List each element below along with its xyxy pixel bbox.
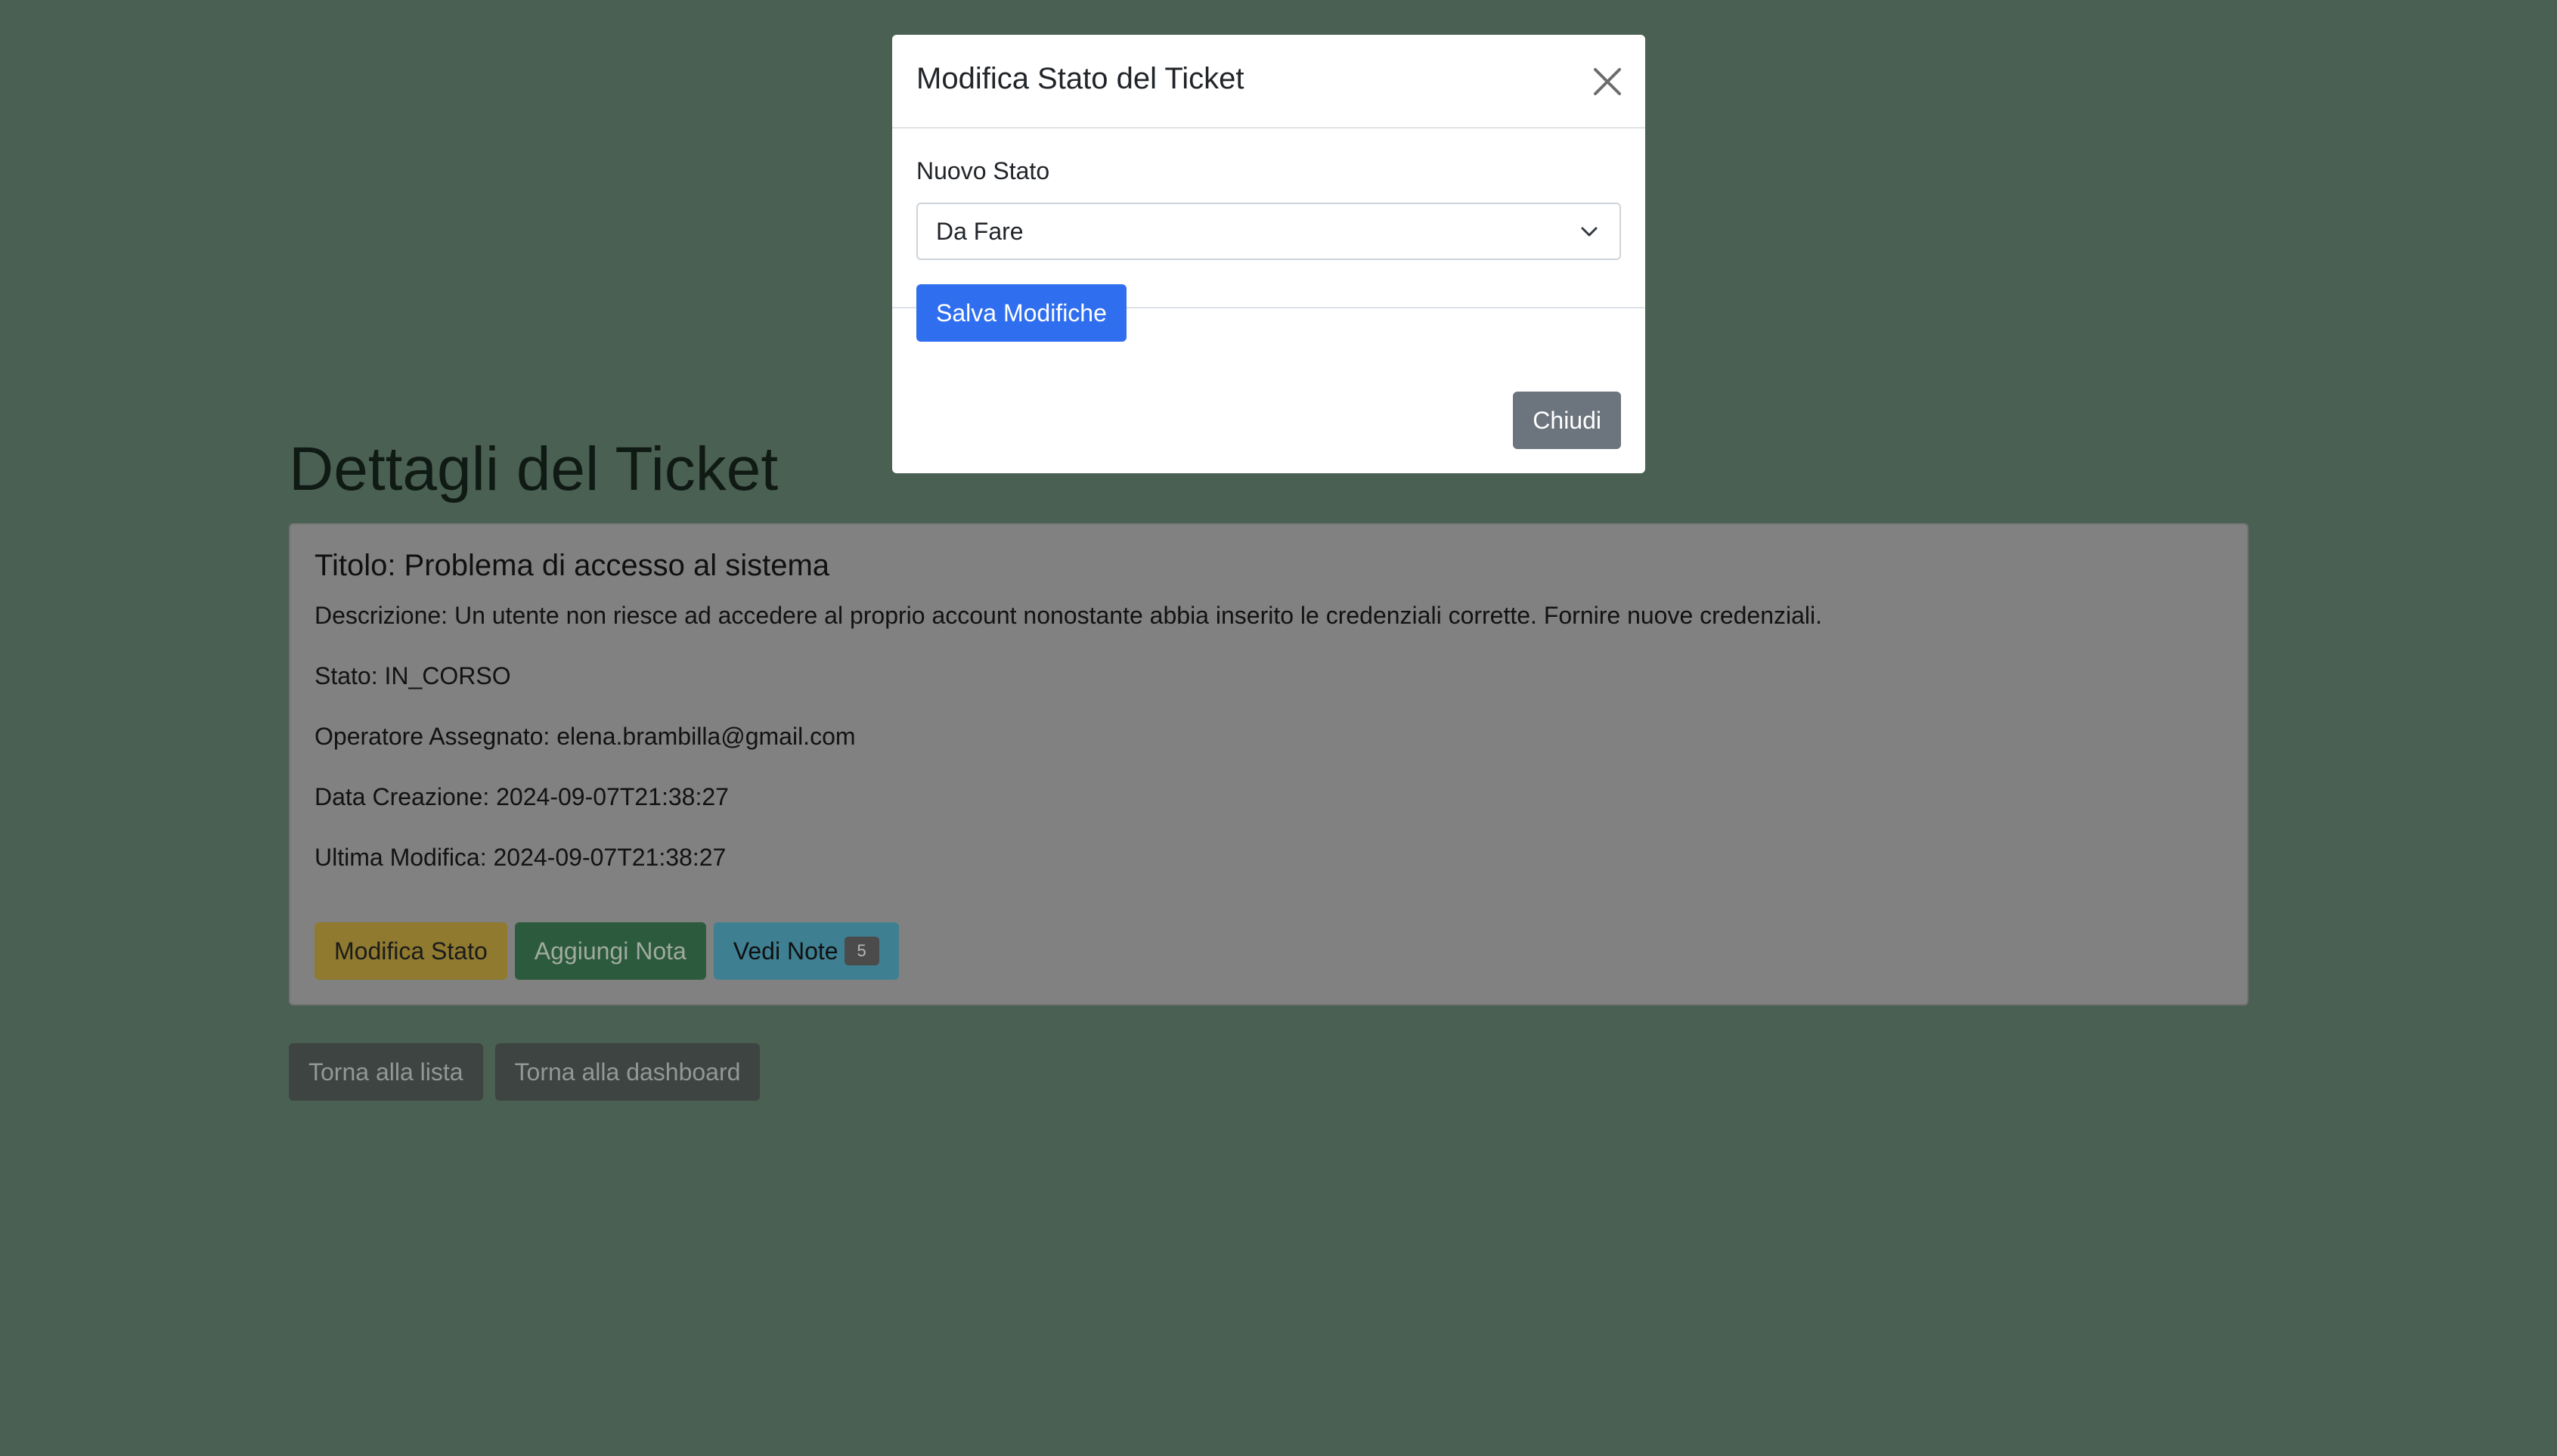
view-notes-label: Vedi Note	[733, 937, 838, 965]
ticket-description: Descrizione: Un utente non riesce ad acc…	[315, 602, 1823, 629]
modal-header: Modifica Stato del Ticket	[892, 35, 1645, 129]
ticket-modified-date: Ultima Modifica: 2024-09-07T21:38:27	[315, 844, 727, 871]
new-status-label: Nuovo Stato	[916, 157, 1050, 184]
back-to-dashboard-button[interactable]: Torna alla dashboard	[494, 1043, 761, 1101]
add-note-button[interactable]: Aggiungi Nota	[514, 922, 706, 980]
ticket-title: Titolo: Problema di accesso al sistema	[315, 549, 830, 582]
status-select[interactable]: Da Fare	[916, 203, 1621, 260]
ticket-operator: Operatore Assegnato: elena.brambilla@gma…	[315, 723, 856, 750]
ticket-status: Stato: IN_CORSO	[315, 662, 511, 689]
back-to-list-button[interactable]: Torna alla lista	[289, 1043, 483, 1101]
close-modal-button[interactable]: Chiudi	[1513, 392, 1621, 449]
page-title: Dettagli del Ticket	[289, 435, 779, 503]
view-notes-button[interactable]: Vedi Note 5	[713, 922, 899, 980]
notes-count-badge: 5	[844, 937, 879, 965]
chevron-down-icon	[1579, 220, 1601, 243]
ticket-actions: Modifica Stato Aggiungi Nota Vedi Note 5	[315, 922, 899, 980]
ticket-card: Titolo: Problema di accesso al sistema D…	[289, 523, 2249, 1005]
close-icon[interactable]	[1588, 62, 1627, 101]
modal-title: Modifica Stato del Ticket	[916, 62, 1244, 95]
status-select-value: Da Fare	[936, 217, 1024, 245]
edit-status-button[interactable]: Modifica Stato	[315, 922, 507, 980]
ticket-created-date: Data Creazione: 2024-09-07T21:38:27	[315, 783, 729, 810]
edit-status-modal: Modifica Stato del Ticket Nuovo Stato Da…	[892, 35, 1645, 473]
page-navigation-actions: Torna alla lista Torna alla dashboard	[289, 1043, 761, 1101]
save-changes-button[interactable]: Salva Modifiche	[916, 284, 1127, 342]
